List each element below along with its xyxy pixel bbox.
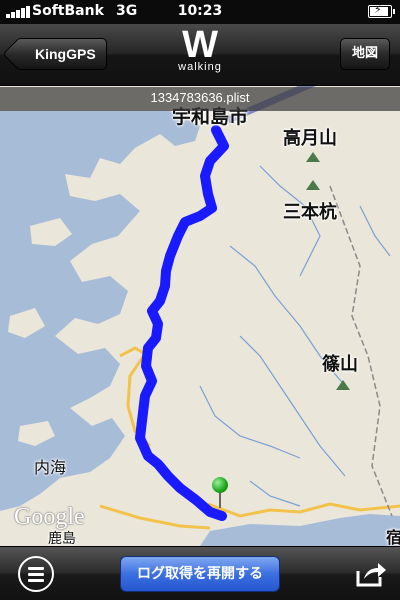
map-label-uchiumi: 内海 — [34, 458, 67, 477]
map-label-sasayama: 篠山 — [322, 354, 358, 375]
file-name: 1334783636.plist — [0, 87, 400, 111]
map-view[interactable]: 宇和島市 高月山 三本杭 篠山 内海 鹿島 宿 Google — [0, 86, 400, 546]
map-label-sanbonkui: 三本杭 — [283, 202, 337, 223]
share-icon[interactable] — [354, 559, 388, 589]
app-logo: W walking — [170, 26, 230, 73]
menu-icon[interactable] — [18, 556, 54, 592]
map-label-edge: 宿 — [386, 528, 400, 546]
back-button-label: KingGPS — [35, 46, 96, 62]
resume-logging-button[interactable]: ログ取得を再開する — [120, 556, 280, 592]
charging-battery-icon: ⚡ — [368, 3, 395, 18]
bottom-toolbar: ログ取得を再開する — [0, 546, 400, 600]
clock: 10:23 — [177, 3, 223, 19]
navigation-bar: KingGPS W walking 地図 — [0, 24, 400, 86]
map-button[interactable]: 地図 — [340, 38, 390, 70]
google-logo: Google — [14, 504, 85, 530]
back-button[interactable]: KingGPS — [2, 38, 107, 70]
logo-letter: W — [182, 24, 218, 66]
location-pin[interactable] — [212, 477, 228, 493]
logo-subtitle: walking — [178, 61, 222, 73]
status-bar: SoftBank 3G 10:23 ⚡ — [0, 0, 400, 24]
map-label-takatsukiyama: 高月山 — [283, 128, 337, 149]
